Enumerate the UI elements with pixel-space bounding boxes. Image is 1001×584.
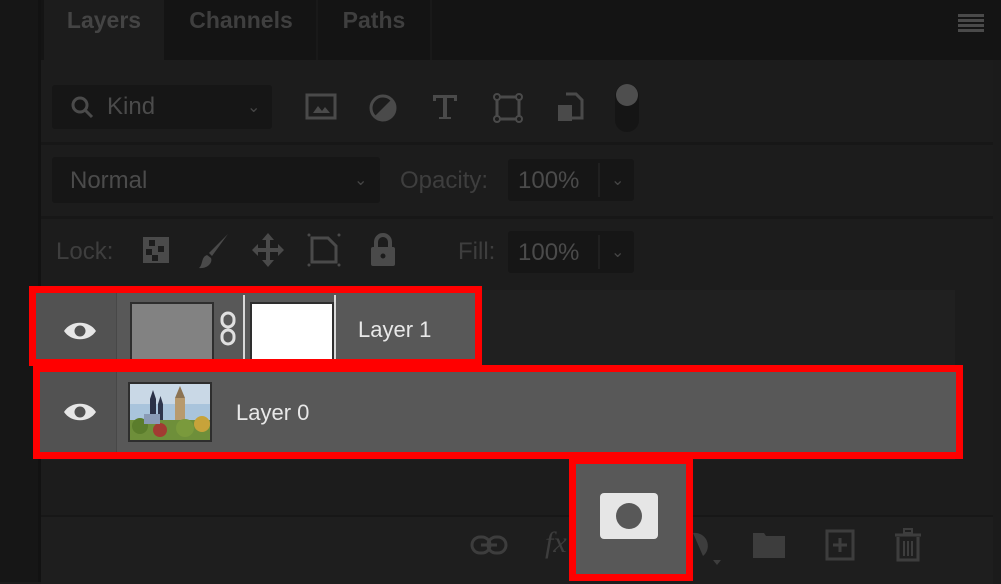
opacity-value[interactable]: 100% — [518, 167, 579, 195]
fill-field[interactable]: 100% ⌄ — [508, 231, 634, 273]
fill-label: Fill: — [458, 238, 496, 265]
fill-value[interactable]: 100% — [518, 239, 579, 267]
tab-paths[interactable]: Paths — [318, 0, 432, 60]
divider — [41, 142, 993, 145]
layer-style-fx-icon[interactable]: fx — [545, 526, 567, 560]
search-icon — [71, 96, 94, 119]
link-layers-icon[interactable] — [470, 533, 508, 557]
highlight-box-layer-0 — [33, 365, 963, 459]
chevron-down-icon: ⌄ — [247, 99, 261, 116]
lock-label: Lock: — [56, 238, 114, 265]
adjustment-layer-icon[interactable] — [693, 530, 723, 568]
kind-filter-dropdown[interactable]: Kind ⌄ — [52, 85, 272, 129]
opacity-label: Opacity: — [400, 167, 489, 194]
opacity-field[interactable]: 100% ⌄ — [508, 159, 634, 201]
smart-object-filter-icon[interactable] — [556, 91, 586, 123]
hamburger-icon[interactable] — [958, 14, 984, 34]
new-group-icon[interactable] — [752, 531, 786, 559]
pixel-layer-filter-icon[interactable] — [305, 93, 337, 121]
filter-toggle-icon[interactable] — [615, 84, 639, 132]
adjustment-layer-filter-icon[interactable] — [368, 93, 398, 123]
lock-all-icon[interactable] — [368, 232, 398, 268]
blend-mode-dropdown[interactable]: Normal ⌄ — [52, 157, 380, 203]
delete-layer-icon[interactable] — [894, 528, 922, 562]
chevron-down-icon[interactable]: ⌄ — [611, 170, 624, 190]
divider — [41, 216, 993, 219]
shape-layer-filter-icon[interactable] — [492, 92, 524, 124]
chevron-down-icon: ⌄ — [354, 172, 368, 189]
lock-position-icon[interactable] — [251, 232, 285, 268]
chevron-down-icon[interactable]: ⌄ — [611, 242, 624, 262]
highlight-box-layer-1 — [29, 286, 482, 366]
lock-artboard-icon[interactable] — [306, 232, 342, 268]
tab-layers[interactable]: Layers — [44, 0, 164, 60]
blend-mode-value: Normal — [70, 167, 148, 194]
new-layer-icon[interactable] — [825, 529, 855, 561]
lock-transparent-pixels-icon[interactable] — [142, 236, 170, 264]
kind-label: Kind — [107, 93, 156, 120]
lock-image-pixels-icon[interactable] — [198, 232, 232, 270]
highlight-box-add-mask — [569, 457, 693, 581]
type-layer-filter-icon[interactable] — [430, 92, 460, 122]
tab-channels[interactable]: Channels — [166, 0, 318, 60]
